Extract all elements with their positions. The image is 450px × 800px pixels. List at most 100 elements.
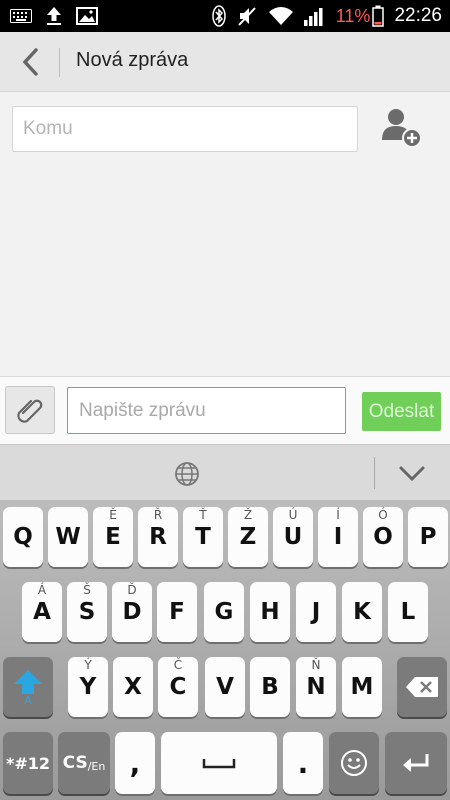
clock: 22:26 [394,5,442,26]
key-label: C [169,674,187,700]
key-s[interactable]: ŠS [67,582,107,642]
language-key[interactable]: CS/En [58,732,110,794]
key-label: T [195,524,211,550]
paperclip-icon [17,399,43,423]
key-label: Y [79,674,97,700]
period-key[interactable]: . [283,732,323,794]
key-h[interactable]: H [250,582,290,642]
key-secondary: Č [173,658,183,672]
key-i[interactable]: ÍI [318,507,358,567]
key-secondary: Ú [288,508,298,522]
space-key[interactable] [161,732,277,794]
lang-main-label: CS [62,753,88,773]
page-title: Nová zpráva [76,49,189,71]
key-q[interactable]: Q [3,507,43,567]
key-label: G [214,599,234,625]
key-label: A [33,599,51,625]
key-label: E [105,524,121,550]
key-p[interactable]: P [408,507,448,567]
key-secondary: Ě [109,508,117,522]
mute-icon [238,7,256,26]
key-z[interactable]: ŽZ [228,507,268,567]
chevron-left-icon [22,48,38,76]
upload-icon [47,7,61,25]
key-secondary: Ň [311,658,321,672]
key-label: V [216,674,234,700]
symbols-label: *#12 [5,753,51,773]
key-v[interactable]: V [205,657,245,717]
emoji-key[interactable] [329,732,379,794]
enter-key[interactable] [385,732,447,794]
keyboard-icon [10,9,32,23]
key-n[interactable]: ŇN [296,657,336,717]
app-header: Nová zpráva [0,32,450,92]
comma-key[interactable]: , [115,732,155,794]
key-label: F [169,599,185,625]
key-b[interactable]: B [250,657,290,717]
add-contact-icon [382,109,422,148]
key-label: Q [13,524,33,550]
key-e[interactable]: ĚE [93,507,133,567]
symbols-key[interactable]: *#12 [3,732,53,794]
back-button[interactable] [8,40,54,84]
key-label: U [283,524,303,550]
hide-keyboard-button[interactable] [394,458,430,490]
key-label: W [55,524,81,550]
key-secondary: Ď [127,583,137,597]
key-secondary: Ó [378,508,388,522]
battery-percent: 11% [335,5,371,26]
key-c[interactable]: ČC [158,657,198,717]
key-g[interactable]: G [204,582,244,642]
message-input[interactable] [67,387,346,434]
chevron-down-icon [399,466,425,482]
backspace-icon [406,677,438,697]
send-button[interactable]: Odeslat [362,392,441,431]
key-y[interactable]: ÝY [68,657,108,717]
add-contact-button[interactable] [378,104,426,150]
language-button[interactable] [171,458,203,490]
recipient-input[interactable] [12,106,358,152]
key-label: Z [239,524,257,550]
header-divider [59,48,60,77]
key-f[interactable]: F [157,582,197,642]
lang-sub-label: /En [87,759,106,773]
key-a[interactable]: ÁA [22,582,62,642]
key-o[interactable]: ÓO [363,507,403,567]
comma-label: , [129,746,141,780]
key-x[interactable]: X [113,657,153,717]
key-k[interactable]: K [342,582,382,642]
key-secondary: Í [336,508,340,522]
key-label: D [122,599,142,625]
shift-key[interactable]: A [3,657,53,717]
key-j[interactable]: J [296,582,336,642]
key-l[interactable]: L [388,582,428,642]
key-secondary: Ť [199,508,207,522]
image-icon [76,7,98,25]
key-secondary: Š [83,583,91,597]
key-label: B [261,674,279,700]
smiley-icon [341,750,367,776]
key-label: J [311,599,321,625]
key-r[interactable]: ŘR [138,507,178,567]
key-secondary: Ž [243,508,253,522]
key-secondary: Á [37,583,47,597]
status-bar: 11% 22:26 [0,0,450,32]
key-secondary: Ř [153,508,163,522]
key-t[interactable]: ŤT [183,507,223,567]
key-label: I [333,524,343,550]
key-label: P [419,524,437,550]
battery-icon [372,5,385,27]
signal-icon [303,8,323,26]
key-label: N [306,674,326,700]
key-label: M [350,674,374,700]
key-u[interactable]: ÚU [273,507,313,567]
wifi-icon [268,7,293,25]
key-m[interactable]: M [342,657,382,717]
key-d[interactable]: ĎD [112,582,152,642]
attach-button[interactable] [5,386,55,434]
backspace-key[interactable] [397,657,447,717]
key-w[interactable]: W [48,507,88,567]
bluetooth-icon [212,5,226,27]
space-icon [202,759,236,769]
key-secondary: Ý [84,658,92,672]
